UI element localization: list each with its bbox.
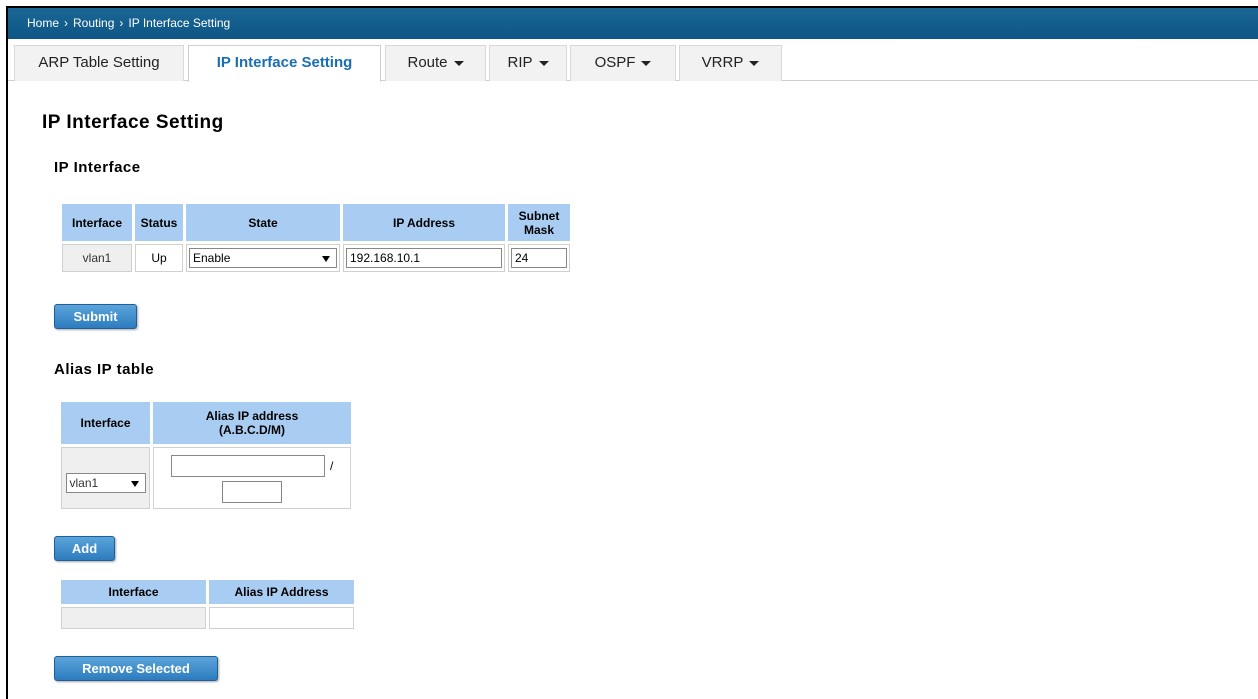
column-header-alias-ip-address: Alias IP address (A.B.C.D/M) [153, 402, 351, 444]
tab-ip-interface-setting[interactable]: IP Interface Setting [188, 45, 381, 82]
alias-prefix-length-input[interactable] [222, 481, 282, 503]
alias-interface-cell: vlan1 [61, 447, 150, 509]
tab-vrrp[interactable]: VRRP [679, 45, 782, 81]
tab-label: IP Interface Setting [216, 54, 353, 71]
alias-interface-select-value: vlan1 [69, 476, 99, 490]
tab-route[interactable]: Route [385, 45, 486, 81]
tab-label: OSPF [594, 54, 636, 71]
column-header-subnet-mask: Subnet Mask [508, 204, 570, 241]
ip-interface-table: Interface Status State IP Address Subnet… [59, 201, 573, 275]
tab-ospf[interactable]: OSPF [570, 45, 676, 81]
ip-address-input[interactable] [346, 248, 502, 268]
column-header-alias-ip-address: Alias IP Address [209, 580, 354, 604]
caret-down-icon [453, 60, 464, 66]
breadcrumb-routing[interactable]: Routing [73, 8, 114, 39]
alias-ip-address-cell: / [153, 447, 351, 509]
column-header-state: State [186, 204, 340, 241]
tab-bar: ARP Table Setting IP Interface Setting R… [8, 41, 1258, 82]
add-button[interactable]: Add [54, 536, 115, 561]
dropdown-arrow-icon [322, 256, 330, 262]
breadcrumb-separator: › [64, 16, 69, 30]
tab-label: RIP [507, 54, 533, 71]
tab-arp-table-setting[interactable]: ARP Table Setting [14, 45, 184, 81]
column-header-ip-address: IP Address [343, 204, 505, 241]
table-row [61, 607, 354, 629]
tab-label: VRRP [701, 54, 744, 71]
caret-down-icon [641, 60, 652, 66]
tab-rip[interactable]: RIP [489, 45, 567, 81]
state-cell: Enable [186, 244, 340, 272]
breadcrumb-separator: › [119, 16, 124, 30]
column-header-interface: Interface [61, 402, 150, 444]
caret-down-icon [749, 60, 760, 66]
ip-interface-heading: IP Interface [54, 159, 141, 176]
subnet-mask-input[interactable] [511, 248, 567, 268]
breadcrumb-current: IP Interface Setting [128, 16, 231, 30]
table-row: vlan1 / [61, 447, 351, 509]
alias-ip-input-table: Interface Alias IP address (A.B.C.D/M) v… [58, 399, 354, 512]
status-cell: Up [135, 244, 183, 272]
tab-label: ARP Table Setting [38, 54, 160, 71]
alias-interface-select[interactable]: vlan1 [65, 473, 146, 493]
dropdown-arrow-icon [130, 481, 139, 487]
alias-ip-list-table: Interface Alias IP Address [58, 577, 357, 632]
state-select-value: Enable [193, 251, 231, 265]
submit-button[interactable]: Submit [54, 304, 137, 329]
tab-label: Route [407, 54, 448, 71]
subnet-mask-cell [508, 244, 570, 272]
list-interface-cell [61, 607, 206, 629]
column-header-interface: Interface [62, 204, 132, 241]
ip-address-cell [343, 244, 505, 272]
list-alias-ip-cell [209, 607, 354, 629]
table-row: vlan1 Up Enable [62, 244, 570, 272]
breadcrumb-home[interactable]: Home [27, 8, 59, 39]
column-header-status: Status [135, 204, 183, 241]
caret-down-icon [538, 60, 549, 66]
alias-ip-table-heading: Alias IP table [54, 361, 155, 378]
interface-cell: vlan1 [62, 244, 132, 272]
breadcrumb: Home › Routing › IP Interface Setting [8, 8, 1258, 39]
column-header-interface: Interface [61, 580, 206, 604]
state-select[interactable]: Enable [189, 248, 337, 268]
slash-separator: / [330, 459, 334, 473]
remove-selected-button[interactable]: Remove Selected [54, 656, 218, 681]
page-title: IP Interface Setting [42, 112, 224, 133]
alias-ip-address-input[interactable] [170, 455, 325, 477]
page-frame: Home › Routing › IP Interface Setting ARP Ta… [6, 6, 1258, 699]
